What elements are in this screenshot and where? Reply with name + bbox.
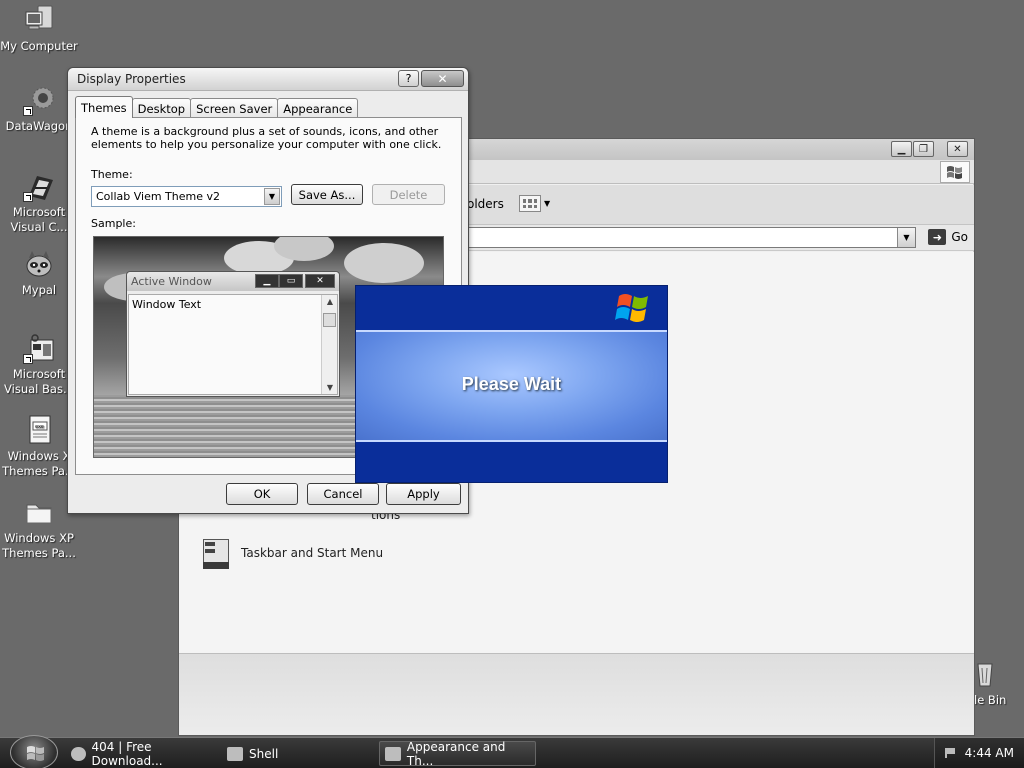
minimize-icon: ▁	[897, 143, 906, 155]
taskbar: 404 | Free Download... Shell Appearance …	[0, 735, 1024, 768]
cancel-button[interactable]: Cancel	[307, 483, 379, 505]
shortcut-arrow-icon	[23, 192, 33, 202]
raccoon-icon	[71, 746, 86, 761]
taskbar-item-label: Shell	[249, 746, 279, 761]
themes-description: A theme is a background plus a set of so…	[91, 125, 442, 151]
chevron-down-icon: ▼	[903, 233, 910, 242]
visual-basic-icon	[23, 332, 55, 364]
datawagon-icon	[23, 84, 55, 116]
taskbar-item-browser[interactable]: 404 | Free Download...	[66, 739, 214, 768]
preview-window-body: Window Text ▲ ▼	[128, 294, 338, 395]
shortcut-arrow-icon	[23, 106, 33, 116]
document-icon: exe	[23, 414, 55, 446]
dialog-titlebar[interactable]: Display Properties ? ✕	[68, 68, 468, 91]
views-button[interactable]: ▼	[519, 195, 550, 212]
windows-xp-logo-icon	[615, 292, 653, 327]
folders-button[interactable]: olders	[467, 197, 504, 211]
preview-window-title: Active Window ▁ ▭ ✕	[127, 272, 339, 291]
raccoon-icon	[23, 248, 55, 280]
flag-icon[interactable]	[945, 748, 955, 758]
svg-text:exe: exe	[35, 424, 44, 430]
theme-dropdown-button[interactable]: ▼	[264, 188, 280, 205]
theme-select-value: Collab Viem Theme v2	[96, 190, 221, 203]
sample-label: Sample:	[91, 217, 136, 230]
save-as-button[interactable]: Save As...	[291, 184, 363, 205]
chevron-down-icon: ▼	[544, 199, 551, 208]
scroll-thumb	[323, 313, 336, 327]
theme-label: Theme:	[91, 168, 133, 181]
category-label: Taskbar and Start Menu	[241, 546, 384, 560]
close-button[interactable]: ✕	[947, 141, 968, 157]
taskbar-item-shell[interactable]: Shell	[222, 741, 372, 766]
delete-button[interactable]: Delete	[372, 184, 445, 205]
windows-flag-icon	[27, 746, 44, 761]
start-button[interactable]	[10, 735, 58, 768]
taskbar-item-appearance[interactable]: Appearance and Th...	[379, 739, 536, 768]
dialog-tabs: Themes Desktop Screen Saver Appearance	[75, 96, 359, 118]
preview-active-window: Active Window ▁ ▭ ✕ Window Text ▲ ▼	[126, 271, 340, 397]
preview-window-title-text: Active Window	[131, 275, 212, 288]
views-icon	[519, 195, 541, 212]
computer-icon	[23, 4, 55, 36]
preview-scrollbar: ▲ ▼	[321, 295, 337, 394]
help-icon: ?	[405, 72, 412, 85]
go-label: Go	[951, 230, 968, 244]
visual-studio-icon	[23, 170, 55, 202]
taskbar-start-menu-icon	[201, 537, 233, 569]
taskbar-item-label: Appearance and Th...	[406, 739, 506, 768]
control-panel-icon	[385, 746, 401, 761]
scroll-up-icon: ▲	[326, 297, 334, 306]
tab-themes[interactable]: Themes	[75, 96, 133, 118]
desktop-icon-label: Windows XP Themes Pa...	[2, 531, 76, 560]
tab-desktop[interactable]: Desktop	[131, 98, 192, 118]
dialog-close-button[interactable]: ✕	[421, 70, 464, 87]
tab-appearance[interactable]: Appearance	[277, 98, 359, 118]
go-arrow-icon: ➜	[928, 229, 947, 245]
dialog-title: Display Properties	[77, 72, 186, 86]
taskbar-item-label: 404 | Free Download...	[91, 739, 163, 768]
help-button[interactable]: ?	[398, 70, 419, 87]
shortcut-arrow-icon	[23, 354, 33, 364]
minimize-button[interactable]: ▁	[891, 141, 912, 157]
folder-icon	[227, 746, 243, 761]
desktop-icon-my-computer[interactable]: My Computer	[0, 4, 78, 54]
close-icon: ✕	[437, 71, 448, 86]
preview-window-buttons: ▁ ▭ ✕	[255, 274, 335, 288]
maximize-icon: ▭	[279, 274, 303, 288]
close-icon: ✕	[953, 143, 962, 155]
ok-button[interactable]: OK	[226, 483, 298, 505]
folder-icon	[23, 496, 55, 528]
scroll-down-icon: ▼	[326, 383, 334, 392]
go-button[interactable]: ➜ Go	[928, 229, 968, 245]
windows-flag-icon	[940, 161, 970, 183]
desktop-icon-label: My Computer	[0, 39, 78, 53]
please-wait-message: Please Wait	[461, 374, 562, 394]
explorer-bottom-panel	[179, 653, 974, 735]
please-wait-splash: Please Wait	[355, 285, 668, 483]
preview-cloud	[344, 243, 424, 283]
restore-icon: ❐	[919, 143, 928, 155]
preview-window-text: Window Text	[132, 298, 202, 311]
system-tray: 4:44 AM	[934, 738, 1024, 768]
close-icon: ✕	[305, 274, 335, 288]
explorer-window-buttons: ▁ ❐ ✕	[891, 141, 968, 157]
chevron-down-icon: ▼	[268, 192, 276, 201]
theme-select[interactable]: Collab Viem Theme v2 ▼	[91, 186, 282, 207]
minimize-icon: ▁	[255, 274, 279, 288]
restore-button[interactable]: ❐	[913, 141, 934, 157]
category-taskbar-start-menu[interactable]: Taskbar and Start Menu	[201, 537, 383, 569]
address-dropdown-button[interactable]: ▼	[897, 228, 915, 247]
clock[interactable]: 4:44 AM	[965, 746, 1014, 760]
tab-screen-saver[interactable]: Screen Saver	[190, 98, 279, 118]
apply-button[interactable]: Apply	[386, 483, 461, 505]
